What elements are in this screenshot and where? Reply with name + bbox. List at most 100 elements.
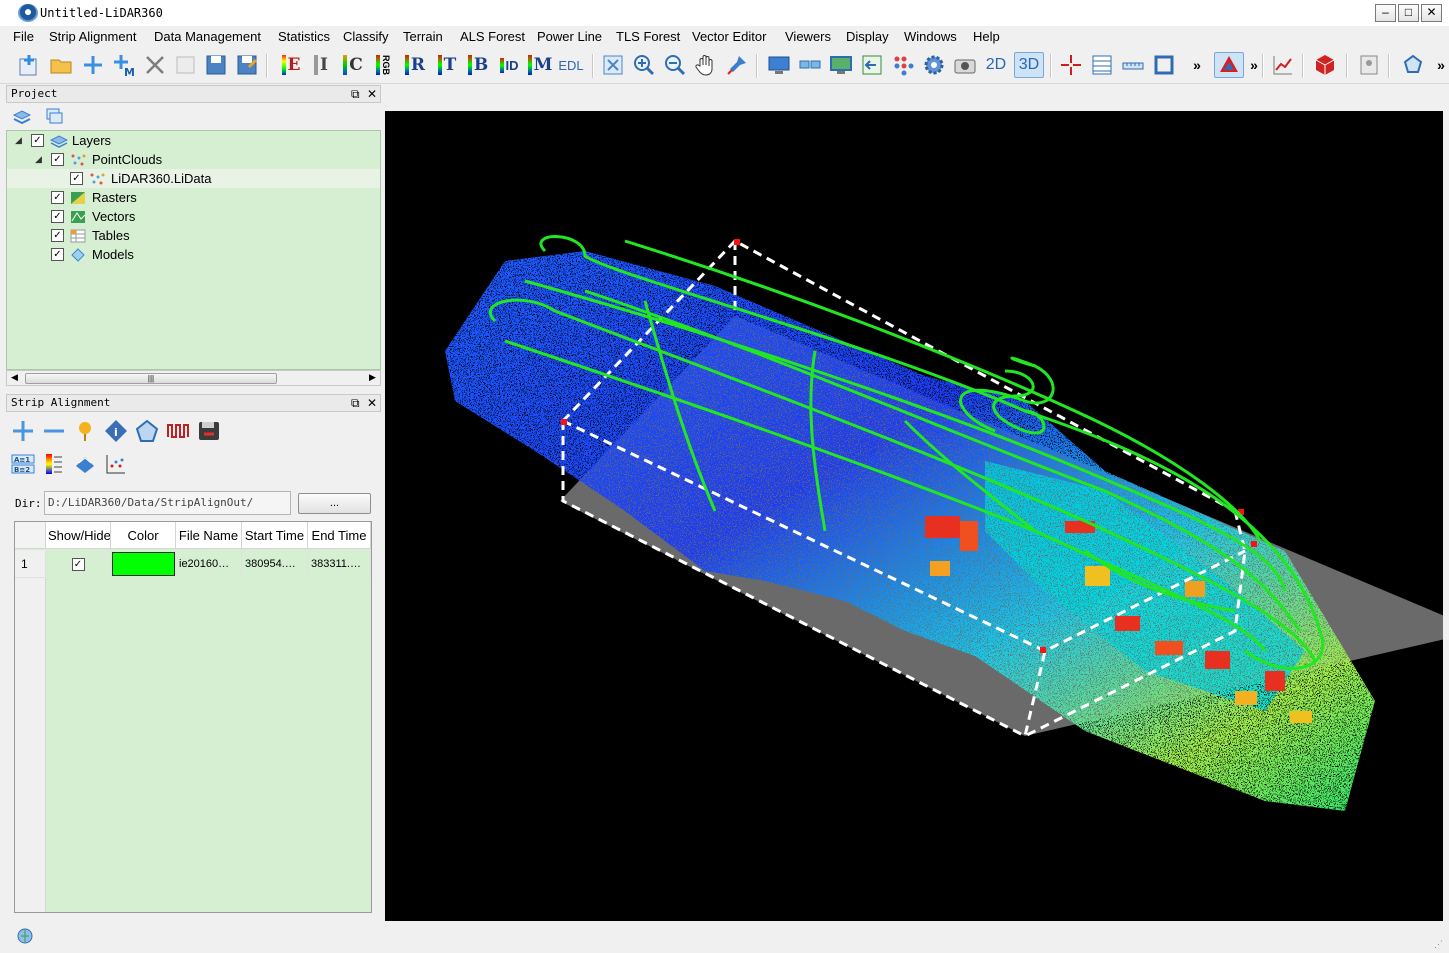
color-by-return-button[interactable]: R xyxy=(402,52,428,78)
tree-item-models[interactable]: ✓ Models xyxy=(51,245,134,264)
3d-viewport[interactable] xyxy=(385,111,1449,921)
menu-file[interactable]: File xyxy=(13,29,34,44)
scroll-left-icon[interactable]: ◀ xyxy=(11,372,18,383)
color-by-mixed-button[interactable]: M xyxy=(527,52,553,78)
tree-item-tables[interactable]: ✓ Tables xyxy=(51,226,130,245)
row-index[interactable]: 1 xyxy=(15,550,46,578)
table-view-icon[interactable] xyxy=(1089,52,1115,78)
toolbar-overflow-icon[interactable]: » xyxy=(1428,52,1449,78)
model-cube-icon[interactable] xyxy=(1312,52,1338,78)
tree-item-lidata[interactable]: ✓ LiDAR360.LiData xyxy=(7,169,380,188)
network-view-icon[interactable] xyxy=(797,52,823,78)
project-horizontal-scrollbar[interactable]: ◀ ||| ▶ xyxy=(6,370,381,386)
zoom-in-icon[interactable] xyxy=(631,52,657,78)
color-by-intensity-button[interactable]: I xyxy=(308,52,334,78)
color-by-class-button[interactable]: C xyxy=(340,52,366,78)
output-dir-input[interactable]: D:/LiDAR360/Data/StripAlignOut/ xyxy=(44,491,291,515)
screen-capture-icon[interactable] xyxy=(766,52,792,78)
color-swatch[interactable] xyxy=(112,552,175,576)
menu-viewers[interactable]: Viewers xyxy=(785,29,831,44)
checkbox[interactable]: ✓ xyxy=(51,229,64,242)
layers-stack-icon[interactable] xyxy=(10,104,34,128)
strip-compare-icon[interactable]: A≡1 B≡2 xyxy=(10,451,36,477)
scatter-axis-icon[interactable] xyxy=(103,451,129,477)
polygon-region-icon[interactable] xyxy=(134,418,160,444)
import-view-icon[interactable] xyxy=(859,52,885,78)
point-filter-icon[interactable] xyxy=(890,52,916,78)
column-header-file-name[interactable]: File Name xyxy=(176,522,242,549)
menu-vector-editor[interactable]: Vector Editor xyxy=(692,29,766,44)
save-icon[interactable] xyxy=(203,52,229,78)
menu-classify[interactable]: Classify xyxy=(343,29,389,44)
batch-process-icon[interactable] xyxy=(1356,52,1382,78)
checkbox[interactable]: ✓ xyxy=(51,191,64,204)
view-3d-button[interactable]: 3D xyxy=(1014,52,1044,78)
crosshair-icon[interactable] xyxy=(1058,52,1084,78)
toolbar-overflow-icon[interactable]: » xyxy=(1184,52,1210,78)
pick-point-icon[interactable] xyxy=(724,52,750,78)
resize-grip-icon[interactable]: ⋰ xyxy=(1434,939,1443,950)
menu-tls-forest[interactable]: TLS Forest xyxy=(616,29,680,44)
panel-close-icon[interactable]: ✕ xyxy=(367,395,377,411)
undock-icon[interactable]: ⧉ xyxy=(351,86,360,102)
table-row-file-name[interactable]: ie20160… xyxy=(176,550,242,578)
column-header-start-time[interactable]: Start Time xyxy=(242,522,308,549)
menu-display[interactable]: Display xyxy=(846,29,889,44)
profile-chart-icon[interactable] xyxy=(1270,52,1296,78)
menu-terrain[interactable]: Terrain xyxy=(403,29,443,44)
tie-point-icon[interactable] xyxy=(72,418,98,444)
open-folder-icon[interactable] xyxy=(48,52,74,78)
menu-strip-alignment[interactable]: Strip Alignment xyxy=(49,29,136,44)
table-row-start-time[interactable]: 380954.… xyxy=(242,550,308,578)
table-row-color[interactable] xyxy=(111,550,176,578)
color-by-id-button[interactable]: ID xyxy=(496,52,522,78)
view-2d-button[interactable]: 2D xyxy=(983,52,1009,78)
checkbox[interactable]: ✓ xyxy=(51,153,64,166)
expand-toggle-icon[interactable]: ◢ xyxy=(35,154,42,165)
checkbox[interactable]: ✓ xyxy=(51,210,64,223)
column-header-show-hide[interactable]: Show/Hide xyxy=(46,522,111,549)
table-row-visibility[interactable]: ✓ xyxy=(46,550,111,578)
column-header-end-time[interactable]: End Time xyxy=(308,522,371,549)
remove-data-icon[interactable] xyxy=(142,52,168,78)
select-polygon-icon[interactable] xyxy=(1400,52,1426,78)
table-row-end-time[interactable]: 383311.… xyxy=(308,550,371,578)
layer-windows-icon[interactable] xyxy=(42,104,66,128)
measure-tool-icon[interactable] xyxy=(1214,52,1244,78)
menu-als-forest[interactable]: ALS Forest xyxy=(460,29,525,44)
color-bar-icon[interactable] xyxy=(41,451,67,477)
save-as-icon[interactable] xyxy=(234,52,260,78)
color-by-rgb-button[interactable]: RGB xyxy=(372,52,394,78)
zoom-out-icon[interactable] xyxy=(662,52,688,78)
properties-icon[interactable] xyxy=(173,52,199,78)
tree-item-layers[interactable]: ✓ Layers xyxy=(31,131,111,150)
strip-layers-icon[interactable] xyxy=(72,451,98,477)
new-project-icon[interactable] xyxy=(16,52,42,78)
tree-item-rasters[interactable]: ✓ Rasters xyxy=(51,188,137,207)
bounding-box-icon[interactable] xyxy=(1151,52,1177,78)
add-strip-icon[interactable] xyxy=(10,418,36,444)
menu-statistics[interactable]: Statistics xyxy=(278,29,330,44)
checkbox[interactable]: ✓ xyxy=(70,172,83,185)
remove-strip-icon[interactable] xyxy=(41,418,67,444)
edl-button[interactable]: EDL xyxy=(556,52,586,78)
settings-gear-icon[interactable] xyxy=(921,52,947,78)
menu-data-management[interactable]: Data Management xyxy=(154,29,261,44)
undock-icon[interactable]: ⧉ xyxy=(351,395,360,411)
monitor-icon[interactable] xyxy=(828,52,854,78)
zoom-extent-icon[interactable] xyxy=(600,52,626,78)
pan-hand-icon[interactable] xyxy=(693,52,719,78)
color-by-blend-button[interactable]: B xyxy=(465,52,491,78)
add-multiple-icon[interactable]: M xyxy=(111,52,137,78)
checkbox[interactable]: ✓ xyxy=(31,134,44,147)
tree-item-vectors[interactable]: ✓ Vectors xyxy=(51,207,135,226)
save-strips-icon[interactable] xyxy=(196,418,222,444)
column-header-color[interactable]: Color xyxy=(111,522,176,549)
menu-power-line[interactable]: Power Line xyxy=(537,29,602,44)
camera-icon[interactable] xyxy=(952,52,978,78)
add-data-icon[interactable] xyxy=(80,52,106,78)
minimize-button[interactable]: – xyxy=(1375,4,1396,22)
expand-toggle-icon[interactable]: ◢ xyxy=(15,135,22,146)
point-cloud-render[interactable] xyxy=(385,111,1449,921)
panel-close-icon[interactable]: ✕ xyxy=(367,86,377,102)
